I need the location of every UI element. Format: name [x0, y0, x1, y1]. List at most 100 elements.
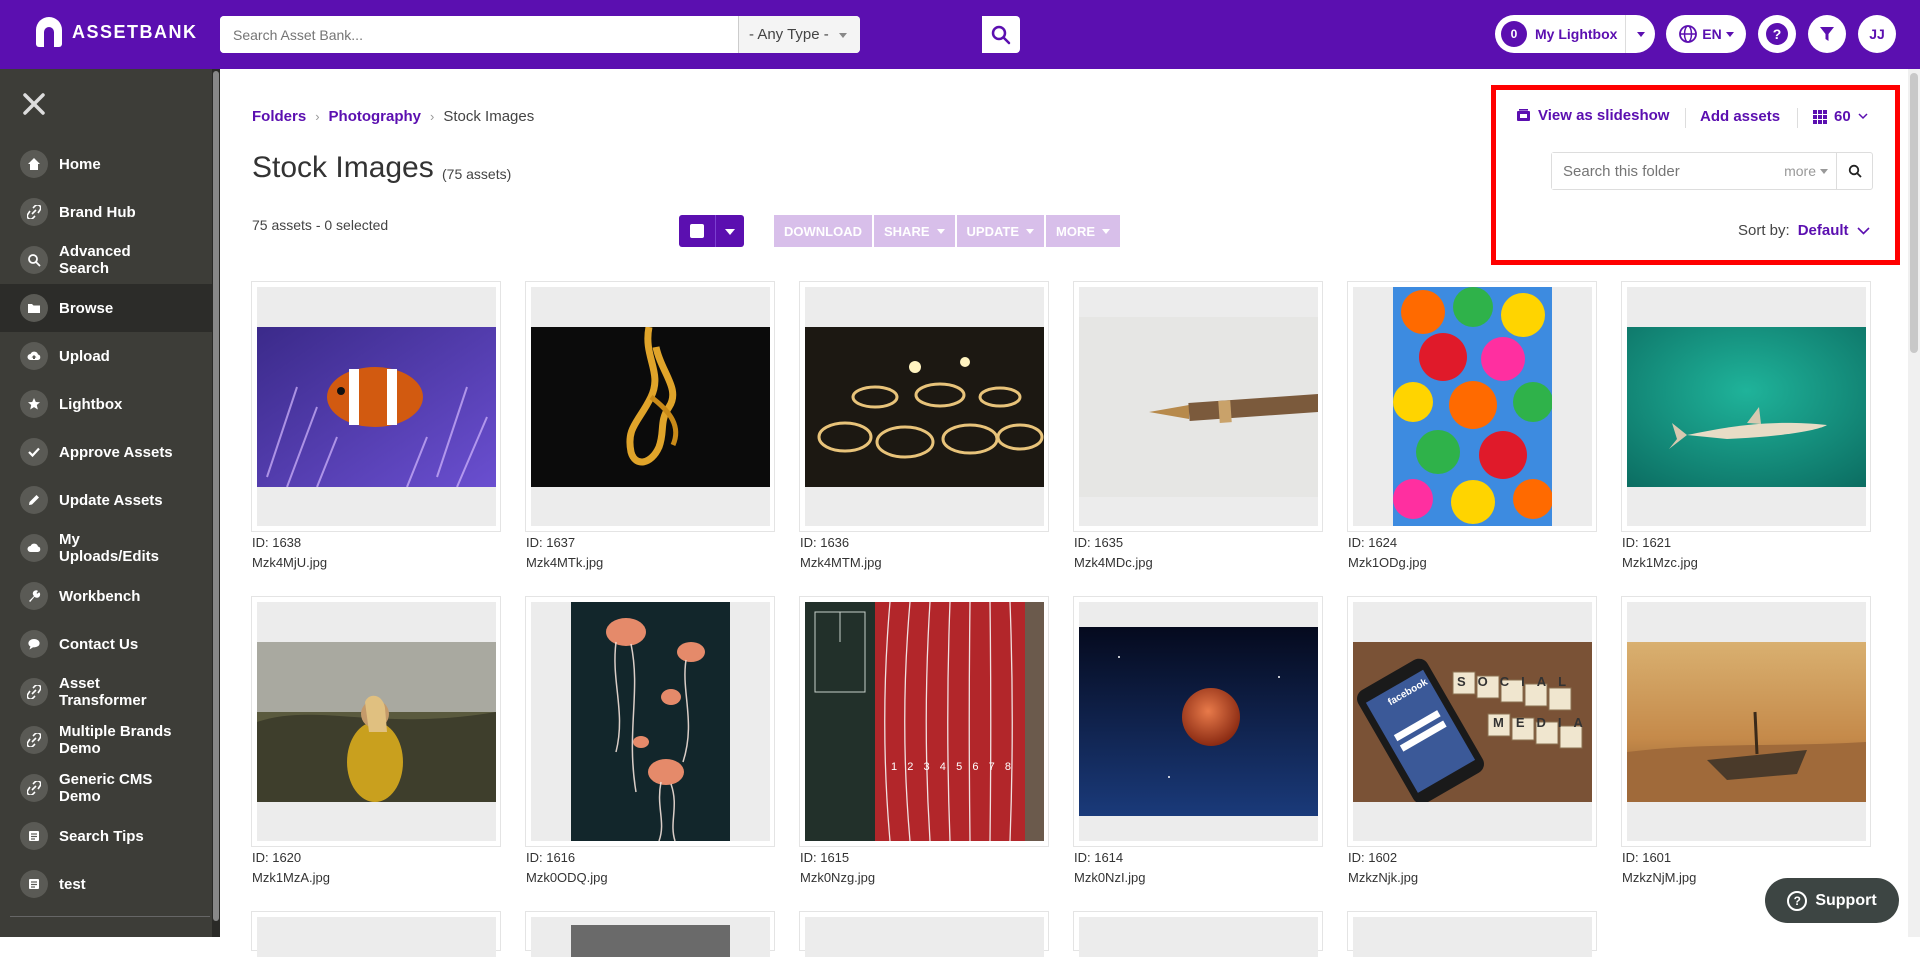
items-per-page-value: 60 — [1834, 108, 1851, 125]
sidebar-item-contact-us[interactable]: Contact Us — [0, 620, 212, 668]
asset-filename[interactable]: Mzk4MjU.jpg — [252, 555, 327, 570]
asset-card[interactable] — [1621, 281, 1871, 532]
sidebar-scrollbar[interactable] — [212, 69, 220, 937]
asset-thumbnail[interactable] — [1079, 917, 1318, 957]
asset-filename[interactable]: Mzk1MzA.jpg — [252, 870, 330, 885]
sidebar-item-my-uploads[interactable]: My Uploads/Edits — [0, 524, 212, 572]
asset-card[interactable]: 12345678 — [799, 596, 1049, 847]
breadcrumb-folders-link[interactable]: Folders — [252, 108, 306, 125]
sidebar-item-multiple-brands-demo[interactable]: Multiple Brands Demo — [0, 716, 212, 764]
my-lightbox-button[interactable]: 0 My Lightbox — [1495, 15, 1655, 53]
sidebar-item-approve-assets[interactable]: Approve Assets — [0, 428, 212, 476]
asset-thumbnail[interactable] — [1627, 602, 1866, 841]
chevron-down-icon — [1026, 229, 1034, 238]
breadcrumb-photography-link[interactable]: Photography — [329, 108, 422, 125]
asset-filename[interactable]: Mzk4MTM.jpg — [800, 555, 882, 570]
search-more-options[interactable]: more — [1784, 163, 1828, 179]
asset-bank-logo[interactable]: ASSETBANK — [36, 17, 198, 47]
asset-thumbnail[interactable] — [531, 917, 770, 957]
asset-thumbnail[interactable] — [805, 917, 1044, 957]
asset-id: ID: 1620 — [252, 850, 302, 865]
asset-card[interactable] — [799, 911, 1049, 957]
page-title: Stock Images — [252, 151, 434, 184]
asset-type-select[interactable]: - Any Type - — [738, 16, 860, 53]
asset-thumbnail[interactable]: 12345678 — [805, 602, 1044, 841]
add-assets-link[interactable]: Add assets — [1700, 108, 1780, 125]
search-submit-button[interactable] — [982, 16, 1020, 53]
asset-card[interactable] — [525, 911, 775, 957]
asset-card[interactable] — [525, 281, 775, 532]
more-button[interactable]: MORE — [1046, 215, 1120, 247]
asset-filename[interactable]: Mzk1ODg.jpg — [1348, 555, 1427, 570]
asset-id: ID: 1621 — [1622, 535, 1672, 550]
asset-card[interactable] — [1073, 281, 1323, 532]
asset-filename[interactable]: Mzk4MDc.jpg — [1074, 555, 1153, 570]
asset-card[interactable]: facebook SOCIAL MEDIA — [1347, 596, 1597, 847]
asset-thumbnail[interactable] — [1353, 917, 1592, 957]
sidebar-item-test[interactable]: test — [0, 860, 212, 908]
sidebar-item-browse[interactable]: Browse — [0, 284, 212, 332]
language-select[interactable]: EN — [1666, 15, 1746, 53]
asset-thumbnail[interactable]: facebook SOCIAL MEDIA — [1353, 602, 1592, 841]
search-input[interactable] — [220, 16, 738, 53]
items-per-page-select[interactable]: 60 — [1813, 108, 1868, 125]
asset-filename[interactable]: MzkzNjk.jpg — [1348, 870, 1418, 885]
select-options-dropdown[interactable] — [716, 215, 744, 247]
main-scrollbar[interactable] — [1908, 69, 1920, 937]
asset-card[interactable] — [525, 596, 775, 847]
asset-thumbnail[interactable] — [1079, 287, 1318, 526]
asset-filename[interactable]: Mzk0ODQ.jpg — [526, 870, 608, 885]
user-avatar-button[interactable]: JJ — [1858, 15, 1896, 53]
sidebar-item-brand-hub[interactable]: Brand Hub — [0, 188, 212, 236]
support-button[interactable]: ? Support — [1765, 878, 1899, 923]
close-icon[interactable] — [22, 92, 48, 118]
sidebar-item-lightbox[interactable]: Lightbox — [0, 380, 212, 428]
asset-thumbnail[interactable] — [1353, 287, 1592, 526]
link-icon — [20, 678, 48, 706]
sidebar-item-search-tips[interactable]: Search Tips — [0, 812, 212, 860]
asset-card[interactable] — [251, 596, 501, 847]
asset-card[interactable] — [251, 911, 501, 957]
asset-filename[interactable]: MzkzNjM.jpg — [1622, 870, 1696, 885]
asset-card[interactable] — [1073, 911, 1323, 957]
asset-card[interactable] — [251, 281, 501, 532]
asset-thumbnail[interactable] — [257, 917, 496, 957]
sidebar-item-update-assets[interactable]: Update Assets — [0, 476, 212, 524]
asset-card[interactable] — [799, 281, 1049, 532]
filter-button[interactable] — [1808, 15, 1846, 53]
asset-card[interactable] — [1347, 281, 1597, 532]
help-button[interactable]: ? — [1758, 15, 1796, 53]
asset-thumbnail[interactable] — [257, 287, 496, 526]
view-as-slideshow-link[interactable]: View as slideshow — [1516, 107, 1669, 124]
select-all-checkbox[interactable] — [679, 215, 716, 247]
asset-card[interactable] — [1347, 911, 1597, 957]
asset-card[interactable] — [1073, 596, 1323, 847]
sidebar-item-generic-cms-demo[interactable]: Generic CMS Demo — [0, 764, 212, 812]
lightbox-dropdown-button[interactable] — [1625, 15, 1655, 53]
sidebar-item-home[interactable]: Home — [0, 140, 212, 188]
folder-search-button[interactable] — [1836, 153, 1872, 189]
download-button[interactable]: DOWNLOAD — [774, 215, 872, 247]
folder-search-input[interactable] — [1552, 153, 1785, 189]
sidebar-item-advanced-search[interactable]: Advanced Search — [0, 236, 212, 284]
asset-thumbnail[interactable] — [531, 602, 770, 841]
asset-thumbnail[interactable] — [805, 287, 1044, 526]
sidebar-item-asset-transformer[interactable]: Asset Transformer — [0, 668, 212, 716]
asset-filename[interactable]: Mzk4MTk.jpg — [526, 555, 603, 570]
asset-thumbnail[interactable] — [257, 602, 496, 841]
share-button[interactable]: SHARE — [874, 215, 955, 247]
sidebar-item-workbench[interactable]: Workbench — [0, 572, 212, 620]
asset-filename[interactable]: Mzk0NzI.jpg — [1074, 870, 1146, 885]
share-label: SHARE — [884, 223, 930, 239]
sidebar-scrollbar-thumb[interactable] — [213, 71, 219, 921]
update-button[interactable]: UPDATE — [956, 215, 1044, 247]
main-scrollbar-thumb[interactable] — [1910, 73, 1918, 353]
asset-thumbnail[interactable] — [531, 287, 770, 526]
asset-thumbnail[interactable] — [1627, 287, 1866, 526]
sort-by-control[interactable]: Sort by: Default — [1738, 222, 1870, 239]
asset-thumbnail[interactable] — [1079, 602, 1318, 841]
asset-filename[interactable]: Mzk1Mzc.jpg — [1622, 555, 1698, 570]
sidebar-item-upload[interactable]: Upload — [0, 332, 212, 380]
asset-filename[interactable]: Mzk0Nzg.jpg — [800, 870, 875, 885]
asset-card[interactable] — [1621, 596, 1871, 847]
